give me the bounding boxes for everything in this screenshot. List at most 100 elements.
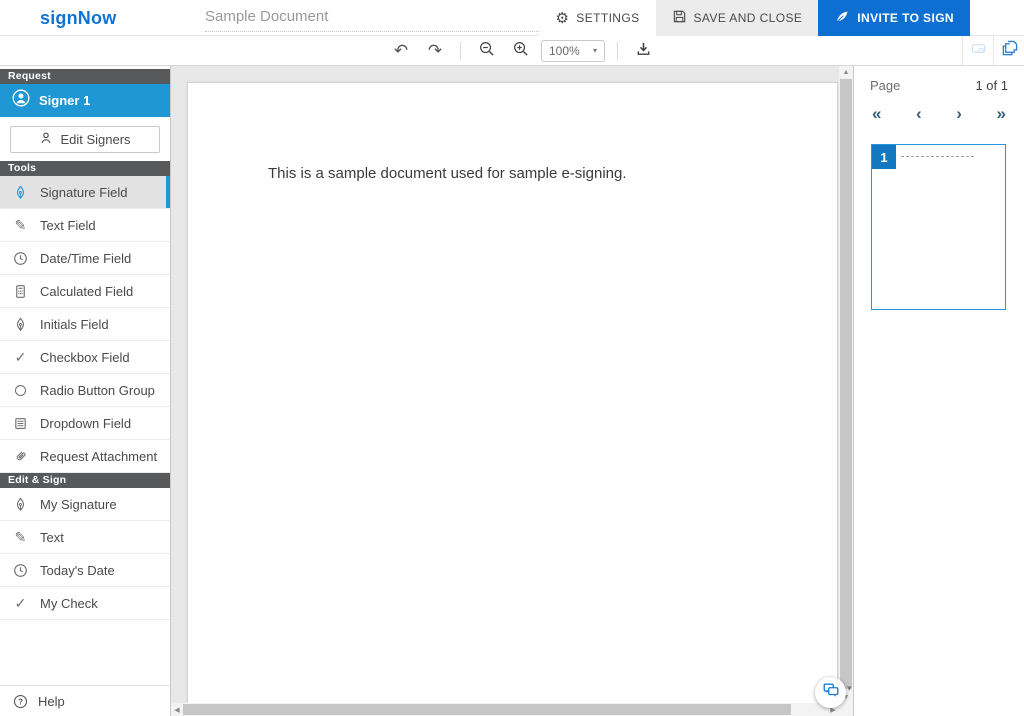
tool-todays-date[interactable]: Today's Date [0,554,170,587]
help-icon: ? [12,694,29,709]
tool-label: Initials Field [40,317,109,332]
page-label: Page [870,78,900,93]
vertical-scrollbar[interactable]: ▲ ▼ [839,66,853,703]
tool-signature-field[interactable]: Signature Field [0,176,170,209]
clock-icon [12,563,29,578]
tool-label: My Check [40,596,98,611]
tool-label: Text Field [40,218,96,233]
checkmark-icon: ✓ [12,350,29,364]
tool-label: Calculated Field [40,284,133,299]
toolbar-right-group [962,36,1024,65]
edit-signers-label: Edit Signers [60,132,130,147]
scroll-left-arrow-icon[interactable]: ◀ [171,703,183,716]
save-and-close-button[interactable]: SAVE AND CLOSE [656,0,819,36]
edit-and-sign-section-header: Edit & Sign [0,473,170,488]
help-button[interactable]: ? Help [0,685,170,716]
tool-text-field[interactable]: ✎ Text Field [0,209,170,242]
first-page-icon[interactable]: « [872,105,881,122]
settings-label: SETTINGS [576,11,639,25]
pages-panel-button[interactable] [993,36,1024,65]
signer-1-item[interactable]: Signer 1 [0,84,170,117]
undo-button[interactable]: ↶ [388,39,414,63]
scrollbar-corner [839,703,853,716]
paperclip-icon [12,449,29,464]
chevron-down-icon: ▾ [593,46,597,55]
signnow-editor: signNow Sample Document ⚙ SETTINGS SAVE … [0,0,1024,716]
toolbar-divider [617,42,618,60]
tool-label: Dropdown Field [40,416,131,431]
redo-button[interactable]: ↷ [422,39,448,63]
floppy-icon [672,9,687,27]
gear-icon: ⚙ [555,11,569,26]
chat-support-button[interactable] [815,677,846,708]
tool-label: Radio Button Group [40,383,155,398]
tool-label: Request Attachment [40,449,157,464]
signer-label: Signer 1 [39,93,90,108]
download-icon [635,40,652,62]
page-count: 1 of 1 [975,78,1008,93]
listbox-icon [12,416,29,431]
radio-icon [12,385,29,396]
chat-collapse-caret-icon[interactable]: ▾ [847,683,852,694]
document-canvas: This is a sample document used for sampl… [171,66,839,716]
tool-label: Today's Date [40,563,115,578]
scroll-up-arrow-icon[interactable]: ▲ [839,66,853,78]
zoom-in-icon [512,40,529,62]
invite-to-sign-button[interactable]: INVITE TO SIGN [818,0,970,36]
save-and-close-label: SAVE AND CLOSE [694,11,803,25]
avatar-icon [12,89,30,112]
header-actions: ⚙ SETTINGS SAVE AND CLOSE INVITE TO SIGN [539,0,970,36]
pages-panel-icon [1001,40,1018,62]
tool-request-attachment[interactable]: Request Attachment [0,440,170,473]
page-thumbnail[interactable]: 1 [871,144,1006,310]
document-settings-icon [970,40,987,62]
tool-label: Signature Field [40,185,127,200]
tool-datetime-field[interactable]: Date/Time Field [0,242,170,275]
redo-icon: ↷ [428,42,442,59]
next-page-icon[interactable]: › [956,105,962,122]
request-section-header: Request [0,69,170,84]
help-label: Help [38,694,65,709]
download-button[interactable] [630,39,656,63]
document-settings-button[interactable] [962,36,993,65]
thumbnail-text-placeholder [901,156,974,157]
settings-button[interactable]: ⚙ SETTINGS [539,0,655,36]
tool-checkbox-field[interactable]: ✓ Checkbox Field [0,341,170,374]
document-page[interactable]: This is a sample document used for sampl… [187,82,838,716]
vertical-scrollbar-thumb[interactable] [840,79,852,689]
signnow-logo[interactable]: signNow [40,0,116,36]
tool-my-signature[interactable]: My Signature [0,488,170,521]
previous-page-icon[interactable]: ‹ [916,105,922,122]
last-page-icon[interactable]: » [997,105,1006,122]
zoom-out-button[interactable] [473,39,499,63]
svg-text:?: ? [18,697,23,706]
tool-initials-field[interactable]: Initials Field [0,308,170,341]
clock-icon [12,251,29,266]
editor-toolbar: ↶ ↷ 100% ▾ [0,36,1024,66]
edit-signers-button[interactable]: Edit Signers [10,126,160,153]
person-icon [39,131,53,148]
top-header: signNow Sample Document ⚙ SETTINGS SAVE … [0,0,1024,36]
tool-calculated-field[interactable]: Calculated Field [0,275,170,308]
pager-header: Page 1 of 1 [854,66,1024,93]
tool-label: Date/Time Field [40,251,131,266]
tool-dropdown-field[interactable]: Dropdown Field [0,407,170,440]
tool-label: Text [40,530,64,545]
tool-text[interactable]: ✎ Text [0,521,170,554]
tool-label: Checkbox Field [40,350,130,365]
horizontal-scrollbar-thumb[interactable] [183,704,791,715]
zoom-level-value: 100% [549,44,580,58]
tool-radio-button-group[interactable]: Radio Button Group [0,374,170,407]
pen-nib-icon [12,185,29,200]
pen-nib-icon [12,497,29,512]
tool-label: My Signature [40,497,117,512]
document-body-text: This is a sample document used for sampl… [268,165,627,182]
pen-nib-icon [12,317,29,332]
zoom-level-select[interactable]: 100% ▾ [541,40,605,62]
pencil-icon: ✎ [12,530,29,544]
calculator-icon [12,284,29,299]
horizontal-scrollbar[interactable]: ◀ ▶ [171,703,839,716]
zoom-in-button[interactable] [507,39,533,63]
tool-my-check[interactable]: ✓ My Check [0,587,170,620]
left-sidebar: Request Signer 1 Edit Signers Tools Sign… [0,66,171,716]
